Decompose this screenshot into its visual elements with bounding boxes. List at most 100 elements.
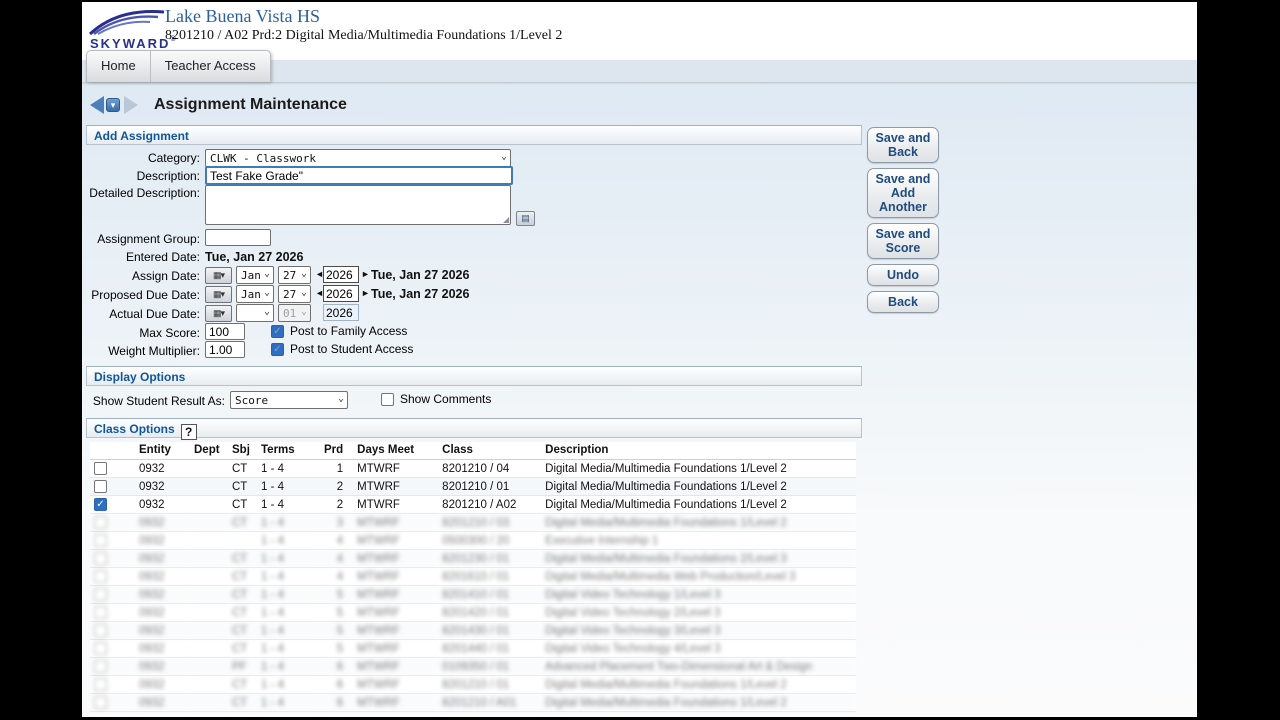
weight-multiplier-input[interactable] [205, 341, 245, 358]
show-comments-checkbox[interactable] [381, 392, 394, 406]
class-row-checkbox[interactable] [94, 552, 107, 565]
chevron-down-icon: ⌄ [300, 287, 307, 298]
tab-bar: Home Teacher Access [86, 50, 271, 82]
show-comments-label: Show Comments [400, 392, 492, 406]
cell-description: Digital Media/Multimedia Foundations 2/L… [541, 549, 856, 568]
class-row-checkbox[interactable] [94, 480, 107, 493]
cell-sbj: PF [228, 657, 257, 676]
class-row-checkbox[interactable] [94, 588, 107, 601]
nav-history-dropdown-icon[interactable]: ▾ [106, 98, 120, 112]
actual-due-date-day-select: 01 ⌄ [278, 304, 311, 322]
description-input[interactable] [205, 166, 513, 185]
class-row-checkbox[interactable] [94, 624, 107, 637]
actual-due-date-month-select[interactable]: ⌄ [236, 304, 274, 322]
class-row-checkbox[interactable] [94, 696, 107, 709]
chevron-down-icon: ⌄ [263, 287, 270, 298]
class-row-checkbox[interactable]: ✓ [94, 498, 107, 511]
proposed-due-date-month-select[interactable]: Jan ⌄ [236, 285, 274, 303]
actual-due-date-calendar-icon[interactable]: ▦▾ [205, 305, 232, 322]
undo-button[interactable]: Undo [867, 264, 939, 286]
cell-sbj: CT [228, 567, 257, 586]
cell-days: MTWRF [353, 513, 439, 532]
back-button[interactable]: Back [867, 291, 939, 313]
cell-entity: 0932 [135, 639, 190, 658]
proposed-due-date-year-input[interactable] [323, 285, 359, 302]
proposed-due-date-next-year-icon[interactable]: ► [361, 288, 370, 298]
detailed-description-textarea[interactable] [205, 185, 511, 225]
help-icon[interactable]: ? [180, 424, 197, 440]
title-bar: ▾ Assignment Maintenance [90, 94, 347, 116]
tab-home[interactable]: Home [87, 51, 150, 82]
class-row: 0932 1 - 4 4 MTWRF 0500300 / 20 Executive Int… [90, 531, 856, 550]
chevron-down-icon: ⌄ [337, 393, 344, 404]
assign-date-month-select[interactable]: Jan ⌄ [236, 266, 274, 284]
assignment-group-input[interactable] [205, 229, 271, 246]
class-row-checkbox[interactable] [94, 570, 107, 583]
show-student-result-as-label: Show Student Result As: [92, 394, 225, 408]
cell-description: Digital Media/Multimedia Foundations 1/L… [541, 459, 856, 478]
actual-due-date-label: Actual Due Date: [109, 307, 200, 321]
cell-class: 8201230 / 01 [438, 549, 542, 568]
class-row-checkbox[interactable] [94, 642, 107, 655]
post-to-family-label: Post to Family Access [290, 324, 408, 338]
cell-description: Digital Video Technology 1/Level 3 [541, 585, 856, 604]
assignment-group-label: Assignment Group: [97, 232, 200, 246]
save-and-score-button[interactable]: Save and Score [867, 223, 939, 259]
assign-date-year-input[interactable] [323, 266, 359, 283]
nav-back-arrow-icon[interactable] [90, 96, 104, 114]
cell-entity: 0932 [135, 531, 190, 550]
post-to-student-label: Post to Student Access [290, 342, 414, 356]
cell-sbj [228, 531, 257, 550]
max-score-label: Max Score: [139, 326, 200, 340]
actual-due-date-year-input[interactable] [323, 304, 359, 321]
expand-editor-icon[interactable]: ▤ [516, 211, 535, 226]
cell-dept [190, 657, 228, 676]
cell-class: 8201210 / 03 [438, 513, 542, 532]
assign-date-calendar-icon[interactable]: ▦▾ [205, 267, 232, 284]
proposed-due-date-day-select[interactable]: 27 ⌄ [278, 285, 311, 303]
cell-prd: 6 [320, 693, 354, 712]
cell-sbj: CT [228, 621, 257, 640]
cell-prd: 2 [320, 495, 354, 514]
entered-date-value: Tue, Jan 27 2026 [205, 250, 304, 264]
class-row: 0932 CT 1 - 4 6 MTWRF 8201210 / 01 Digital Med… [90, 675, 856, 694]
class-row-checkbox[interactable] [94, 660, 107, 673]
col-class: Class [438, 442, 542, 460]
cell-terms: 1 - 4 [257, 513, 320, 532]
col-description: Description [541, 442, 856, 460]
resize-handle-icon[interactable]: ◢ [503, 215, 509, 224]
save-and-add-another-button[interactable]: Save and Add Another [867, 168, 939, 218]
tab-teacher-access[interactable]: Teacher Access [149, 51, 270, 82]
cell-days: MTWRF [353, 549, 439, 568]
cell-entity: 0932 [135, 675, 190, 694]
cell-days: MTWRF [353, 585, 439, 604]
cell-prd: 5 [320, 621, 354, 640]
proposed-due-date-calendar-icon[interactable]: ▦▾ [205, 286, 232, 303]
class-row-checkbox[interactable] [94, 516, 107, 529]
chevron-down-icon: ⌄ [500, 151, 507, 162]
chevron-down-icon: ⌄ [300, 268, 307, 279]
save-and-back-button[interactable]: Save and Back [867, 127, 939, 163]
cell-class: 8201210 / A02 [438, 495, 542, 514]
category-select[interactable]: CLWK - Classwork ⌄ [205, 149, 511, 167]
cell-prd: 1 [320, 459, 354, 478]
category-label: Category: [147, 151, 200, 165]
skyward-logo[interactable]: SKYWARD® [88, 6, 176, 52]
show-student-result-as-select[interactable]: Score ⌄ [230, 391, 348, 409]
assign-date-next-year-icon[interactable]: ► [361, 269, 370, 279]
class-row-checkbox[interactable] [94, 462, 107, 475]
cell-entity: 0932 [135, 513, 190, 532]
cell-prd: 4 [320, 567, 354, 586]
cell-description: Digital Media/Multimedia Web Production/… [541, 567, 856, 586]
cell-description: Digital Video Technology 3/Level 3 [541, 621, 856, 640]
class-row-checkbox[interactable] [94, 678, 107, 691]
class-row-checkbox[interactable] [94, 606, 107, 619]
cell-terms: 1 - 4 [257, 693, 320, 712]
cell-terms: 1 - 4 [257, 495, 320, 514]
proposed-due-date-display: Tue, Jan 27 2026 [371, 287, 470, 301]
class-row-checkbox[interactable] [94, 534, 107, 547]
assign-date-day-select[interactable]: 27 ⌄ [278, 266, 311, 284]
cell-class: 8201210 / 01 [438, 477, 542, 496]
max-score-input[interactable] [205, 323, 245, 340]
cell-class: 8201210 / 01 [438, 675, 542, 694]
